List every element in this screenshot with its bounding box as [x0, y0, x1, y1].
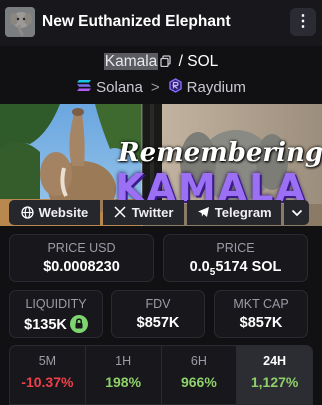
website-button[interactable]: Website	[9, 200, 100, 225]
tab-1h[interactable]: 1H 198%	[86, 346, 162, 404]
market-cap-label: MKT CAP	[233, 297, 289, 311]
tab-24h[interactable]: 24H 1,127%	[237, 346, 312, 404]
price-change-value: -10.37%	[21, 374, 74, 390]
market-cap-value: $857K	[239, 315, 283, 331]
fdv-label: FDV	[145, 297, 171, 311]
price-native-card: PRICE 0.055174 SOL	[163, 234, 308, 282]
fdv-card: FDV $857K	[111, 290, 205, 338]
fdv-value: $857K	[136, 315, 180, 331]
price-change-value: 966%	[180, 374, 217, 390]
price-native-value: 0.055174 SOL	[164, 259, 307, 278]
price-change-value: 198%	[105, 374, 142, 390]
token-title: New Euthanized Elephant	[42, 13, 231, 30]
tab-6h[interactable]: 6H 966%	[162, 346, 238, 404]
chevron-down-icon	[291, 205, 303, 220]
price-change-value: 1,127%	[250, 374, 299, 390]
price-usd-card: PRICE USD $0.0008230	[9, 234, 154, 282]
market-cap-card: MKT CAP $857K	[214, 290, 308, 338]
telegram-label: Telegram	[214, 205, 272, 220]
liquidity-value-row: $135K	[10, 315, 102, 333]
chain-breadcrumb: Solana > Raydium	[0, 78, 322, 97]
quote-token-symbol: SOL	[187, 53, 219, 70]
social-links: Website Twitter Telegram	[9, 200, 309, 225]
twitter-button[interactable]: Twitter	[102, 200, 185, 225]
liquidity-value: $135K	[24, 317, 67, 333]
token-avatar	[5, 7, 35, 37]
tab-label: 6H	[190, 354, 207, 368]
x-logo-icon	[114, 206, 127, 219]
copy-icon[interactable]	[160, 54, 171, 68]
solana-icon	[76, 79, 92, 96]
pair-separator: /	[178, 53, 183, 70]
dex-label[interactable]: Raydium	[187, 79, 246, 96]
price-usd-label: PRICE USD	[47, 241, 116, 255]
globe-icon	[21, 206, 34, 219]
website-label: Website	[38, 205, 89, 220]
pair-name: Kamala / SOL	[0, 53, 322, 71]
price-prefix: 0.0	[189, 259, 210, 275]
tab-label: 5M	[38, 354, 57, 368]
telegram-icon	[197, 206, 210, 219]
lock-icon[interactable]	[69, 315, 88, 333]
more-menu-button[interactable]: ⋮	[290, 8, 316, 36]
banner-script-text: Remembering	[118, 138, 322, 168]
liquidity-label: LIQUIDITY	[25, 297, 87, 311]
tab-5m[interactable]: 5M -10.37%	[10, 346, 86, 404]
breadcrumb-separator: >	[150, 79, 160, 96]
more-socials-button[interactable]	[284, 200, 309, 225]
price-native-label: PRICE	[216, 241, 255, 255]
price-digits: 5174 SOL	[215, 259, 282, 275]
header-bar: New Euthanized Elephant ⋮	[0, 0, 322, 46]
raydium-icon	[168, 78, 183, 97]
twitter-label: Twitter	[131, 205, 174, 220]
chain-label[interactable]: Solana	[96, 79, 143, 96]
base-token-symbol[interactable]: Kamala	[103, 53, 159, 70]
tab-label: 24H	[263, 354, 287, 368]
vertical-dots-icon: ⋮	[295, 13, 311, 30]
price-change-tabs: 5M -10.37% 1H 198% 6H 966% 24H 1,127%	[9, 345, 313, 405]
tab-label: 1H	[115, 354, 132, 368]
liquidity-card: LIQUIDITY $135K	[9, 290, 103, 338]
price-usd-value: $0.0008230	[43, 259, 120, 275]
telegram-button[interactable]: Telegram	[187, 200, 282, 225]
